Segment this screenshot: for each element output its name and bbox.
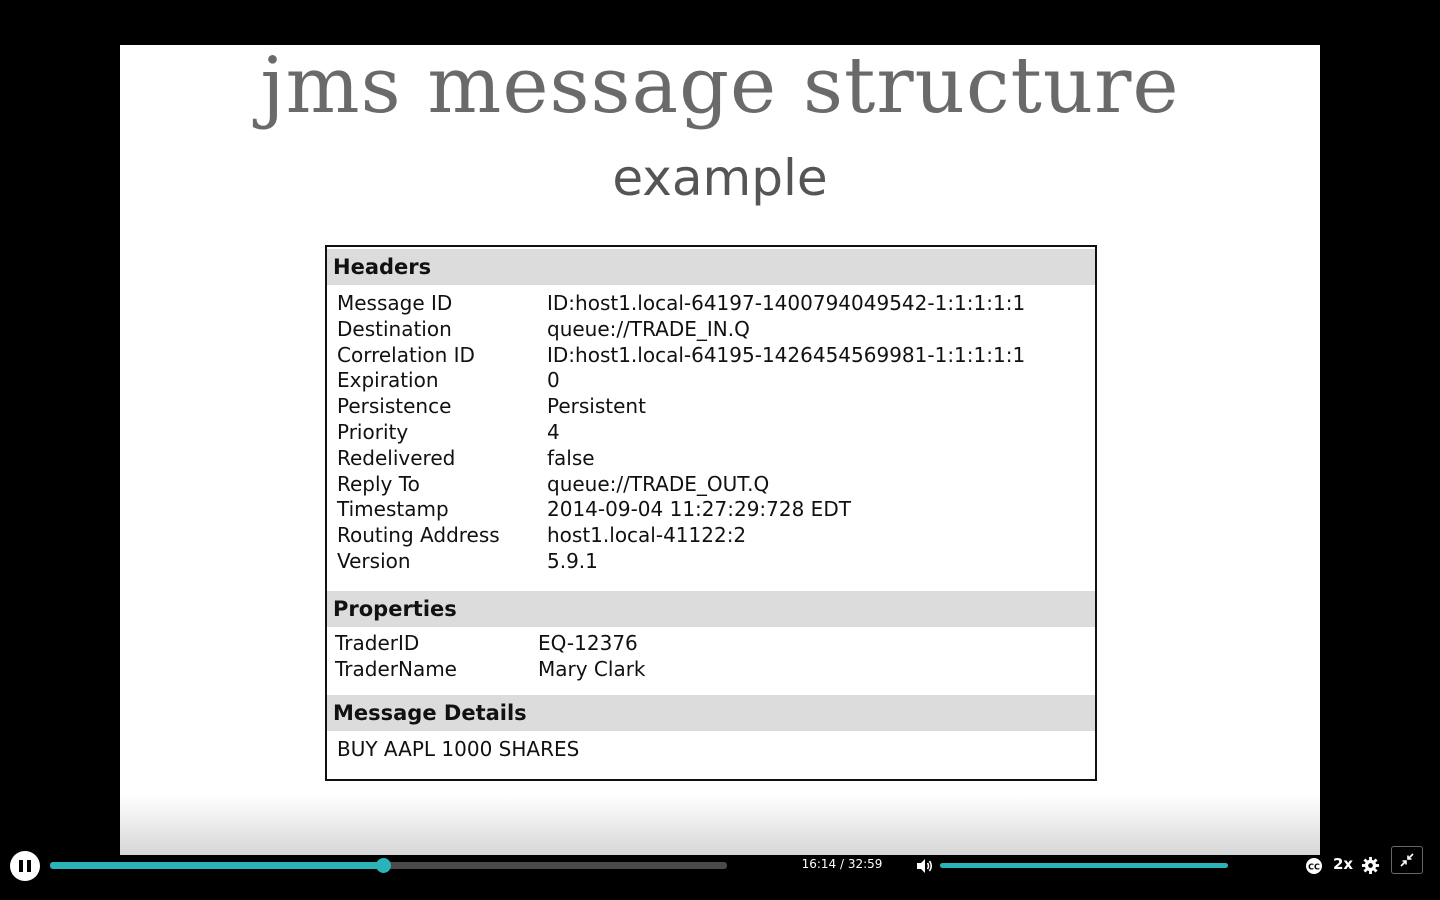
seek-bar-handle[interactable] bbox=[376, 858, 392, 873]
closed-captions-icon[interactable]: CC bbox=[1304, 856, 1324, 876]
details-section-title: Message Details bbox=[327, 695, 1095, 731]
header-key: Message ID bbox=[337, 291, 453, 315]
header-key: Routing Address bbox=[337, 523, 500, 548]
header-key: Timestamp bbox=[337, 497, 449, 522]
header-value: 0 bbox=[547, 368, 560, 393]
header-value: host1.local-41122:2 bbox=[547, 523, 747, 548]
volume-slider[interactable] bbox=[940, 863, 1228, 868]
headers-section-title: Headers bbox=[327, 249, 1095, 285]
time-display: 16:14 / 32:59 bbox=[801, 857, 883, 871]
playback-speed-button[interactable]: 2x bbox=[1330, 855, 1356, 873]
header-value: queue://TRADE_IN.Q bbox=[547, 316, 750, 341]
slide-title: jms message structure bbox=[260, 45, 1180, 131]
gear-icon[interactable] bbox=[1361, 856, 1380, 875]
property-value: Mary Clark bbox=[538, 657, 646, 681]
header-value: 2014-09-04 11:27:29:728 EDT bbox=[547, 497, 851, 522]
slide-frame: jms message structure example Headers Me… bbox=[120, 45, 1320, 855]
pause-button[interactable] bbox=[10, 851, 40, 881]
header-key: Destination bbox=[337, 316, 452, 341]
property-value: EQ-12376 bbox=[538, 631, 638, 655]
header-value: 4 bbox=[547, 420, 560, 444]
header-value: 5.9.1 bbox=[547, 549, 598, 573]
pause-icon bbox=[17, 860, 33, 872]
header-key: Expiration bbox=[337, 368, 439, 393]
header-value: false bbox=[547, 445, 595, 470]
exit-fullscreen-icon bbox=[1400, 853, 1414, 867]
seek-bar[interactable] bbox=[50, 858, 727, 873]
svg-text:CC: CC bbox=[1308, 863, 1320, 872]
seek-bar-played bbox=[50, 862, 384, 869]
property-key: TraderID bbox=[335, 631, 420, 655]
volume-level bbox=[940, 863, 1228, 868]
header-value: Persistent bbox=[547, 394, 646, 419]
exit-fullscreen-button[interactable] bbox=[1391, 846, 1423, 874]
properties-section-title: Properties bbox=[327, 591, 1095, 627]
property-key: TraderName bbox=[335, 657, 457, 681]
volume-icon[interactable] bbox=[914, 856, 934, 876]
header-key: Reply To bbox=[337, 471, 420, 496]
header-key: Priority bbox=[337, 420, 409, 444]
header-value: queue://TRADE_OUT.Q bbox=[547, 471, 770, 496]
header-key: Version bbox=[337, 549, 411, 573]
header-key: Persistence bbox=[337, 394, 452, 419]
video-control-bar: 16:14 / 32:59 CC 2x bbox=[0, 846, 1440, 900]
slide-subtitle: example bbox=[612, 149, 828, 207]
header-key: Correlation ID bbox=[337, 342, 475, 367]
header-value: ID:host1.local-64195-1426454569981-1:1:1… bbox=[547, 342, 1026, 367]
header-value: ID:host1.local-64197-1400794049542-1:1:1… bbox=[547, 291, 1026, 315]
header-key: Redelivered bbox=[337, 445, 456, 470]
message-structure-box: Headers Message ID ID:host1.local-64197-1… bbox=[325, 245, 1097, 781]
